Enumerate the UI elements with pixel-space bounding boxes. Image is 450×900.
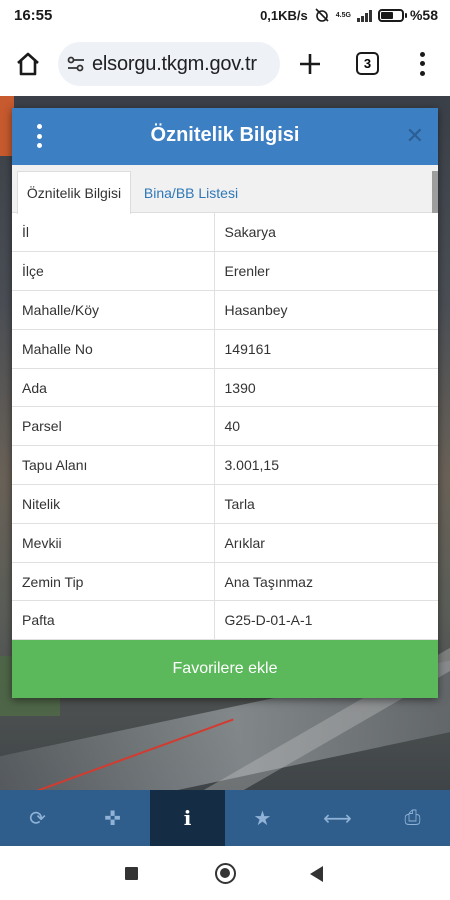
table-row: Pafta G25-D-01-A-1: [12, 600, 438, 641]
crosshair-icon[interactable]: ✜: [75, 790, 150, 846]
add-favorite-button[interactable]: Favorilere ekle: [12, 640, 438, 698]
attribute-value: Sakarya: [214, 213, 438, 253]
map-toolbar: ⟳ ✜ i ★ ⟷ ⎙: [0, 790, 450, 846]
table-row: İl Sakarya: [12, 213, 438, 253]
table-row: Mahalle/Köy Hasanbey: [12, 290, 438, 330]
dialog-title: Öznitelik Bilgisi: [150, 124, 300, 146]
info-icon[interactable]: i: [150, 790, 225, 846]
attribute-key: Mevkii: [12, 523, 215, 563]
attribute-value: 40: [214, 406, 438, 447]
attribute-key: Pafta: [12, 600, 215, 641]
tab-building-list[interactable]: Bina/BB Listesi: [132, 171, 250, 214]
battery-percent: %58: [409, 7, 438, 23]
table-row: Zemin Tip Ana Taşınmaz: [12, 562, 438, 602]
back-icon[interactable]: [310, 866, 323, 882]
signal-icon: [356, 9, 372, 22]
recents-icon[interactable]: [125, 867, 138, 880]
battery-icon: [377, 8, 407, 22]
attribute-key: Mahalle/Köy: [12, 290, 215, 330]
home-nav-icon[interactable]: [215, 863, 236, 884]
attribute-key: İl: [12, 213, 215, 253]
attribute-key: Ada: [12, 368, 215, 408]
attribute-value: Ana Taşınmaz: [214, 562, 438, 602]
tab-attribute-info[interactable]: Öznitelik Bilgisi: [17, 171, 131, 214]
alarm-off-icon: [315, 8, 329, 22]
table-row: Nitelik Tarla: [12, 484, 438, 524]
table-row: Tapu Alanı 3.001,15: [12, 445, 438, 486]
tune-icon[interactable]: [64, 52, 88, 76]
table-row: Mahalle No 149161: [12, 329, 438, 369]
measure-icon[interactable]: ⟷: [300, 790, 375, 846]
attribute-key: Mahalle No: [12, 329, 215, 369]
attribute-key: İlçe: [12, 251, 215, 292]
refresh-icon[interactable]: ⟳: [0, 790, 75, 846]
tab-switcher-button[interactable]: 3: [356, 52, 379, 75]
attribute-value: 1390: [214, 368, 438, 408]
attribute-table: İl Sakarya İlçe Erenler Mahalle/Köy Hasanbey M…: [12, 213, 438, 641]
print-icon[interactable]: ⎙: [375, 790, 450, 846]
attribute-value: 3.001,15: [214, 445, 438, 486]
attribute-key: Nitelik: [12, 484, 215, 524]
attribute-value: Erenler: [214, 251, 438, 292]
dialog-header: Öznitelik Bilgisi ✕: [12, 108, 438, 165]
star-icon[interactable]: ★: [225, 790, 300, 846]
attribute-dialog: Öznitelik Bilgisi ✕ Öznitelik Bilgisi Bi…: [12, 108, 438, 698]
attribute-value: Arıklar: [214, 523, 438, 563]
attribute-value: 149161: [214, 329, 438, 369]
status-bar: 16:55 0,1KB/s 4.5G %58: [0, 0, 450, 32]
tabs-scrollbar[interactable]: [432, 171, 438, 213]
attribute-value: Tarla: [214, 484, 438, 524]
network-speed: 0,1KB/s: [260, 7, 308, 23]
table-row: İlçe Erenler: [12, 251, 438, 292]
system-nav-bar: [0, 846, 450, 900]
attribute-value: Hasanbey: [214, 290, 438, 330]
table-row: Parsel 40: [12, 406, 438, 447]
attribute-value: G25-D-01-A-1: [214, 600, 438, 641]
attribute-key: Tapu Alanı: [12, 445, 215, 486]
more-vert-icon[interactable]: [414, 50, 430, 78]
network-type: 4.5G: [335, 11, 351, 19]
status-time: 16:55: [14, 7, 53, 24]
address-bar[interactable]: elsorgu.tkgm.gov.tr: [58, 42, 280, 86]
dialog-tabs: Öznitelik Bilgisi Bina/BB Listesi: [12, 165, 438, 214]
browser-toolbar: elsorgu.tkgm.gov.tr 3: [0, 32, 450, 96]
attribute-key: Zemin Tip: [12, 562, 215, 602]
url-text: elsorgu.tkgm.gov.tr: [92, 52, 257, 75]
close-icon[interactable]: ✕: [406, 124, 424, 148]
attribute-key: Parsel: [12, 406, 215, 447]
table-row: Mevkii Arıklar: [12, 523, 438, 563]
plus-icon[interactable]: [296, 50, 324, 78]
table-row: Ada 1390: [12, 368, 438, 408]
status-indicators: 0,1KB/s 4.5G %58: [260, 7, 438, 23]
home-icon[interactable]: [14, 50, 42, 78]
